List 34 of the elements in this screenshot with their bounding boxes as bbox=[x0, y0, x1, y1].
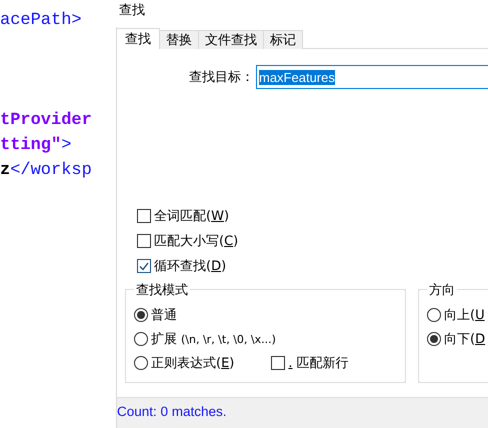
code-text: > bbox=[61, 135, 72, 157]
checkbox-label: 匹配大小写(C) bbox=[154, 233, 238, 250]
checkbox[interactable] bbox=[137, 259, 151, 273]
window-title: 查找 bbox=[119, 3, 145, 18]
checkbox[interactable] bbox=[137, 209, 151, 223]
search-field[interactable]: maxFeatures bbox=[256, 65, 488, 89]
radio-button[interactable] bbox=[134, 332, 148, 346]
tab[interactable]: 文件查找 bbox=[198, 30, 264, 49]
code-text: tProvider bbox=[0, 110, 92, 132]
radio-button[interactable] bbox=[427, 332, 441, 346]
radio-label: 扩展 (\n, \r, \t, \0, \x...) bbox=[151, 331, 276, 348]
radio-button[interactable] bbox=[134, 356, 148, 370]
group-title: 查找模式 bbox=[134, 281, 190, 299]
code-text: </worksp bbox=[10, 160, 92, 182]
tab[interactable]: 查找 bbox=[117, 28, 160, 49]
radio-label: 正则表达式(E) bbox=[151, 355, 234, 372]
group-title: 方向 bbox=[427, 281, 457, 299]
checkbox-label: 全词匹配(W) bbox=[154, 208, 230, 225]
checkbox[interactable] bbox=[137, 234, 151, 248]
code-text: z bbox=[0, 160, 10, 182]
radio-button[interactable] bbox=[427, 308, 441, 322]
field-label: 查找目标： bbox=[189, 69, 254, 86]
code-text: tting" bbox=[0, 135, 62, 157]
radio-button[interactable] bbox=[134, 308, 148, 322]
checkbox[interactable] bbox=[271, 356, 286, 370]
code-text: acePath> bbox=[0, 10, 82, 32]
radio-label: 普通 bbox=[151, 306, 177, 324]
radio-label: 向下(D bbox=[444, 331, 486, 348]
radio-label: 向上(U bbox=[444, 307, 485, 324]
checkbox-label: 循环查找(D) bbox=[154, 258, 226, 275]
tab[interactable]: 标记 bbox=[263, 30, 303, 49]
tab[interactable]: 替换 bbox=[159, 30, 199, 49]
checkbox-label: . 匹配新行 bbox=[288, 355, 349, 372]
status-text: Count: 0 matches. bbox=[117, 404, 227, 419]
